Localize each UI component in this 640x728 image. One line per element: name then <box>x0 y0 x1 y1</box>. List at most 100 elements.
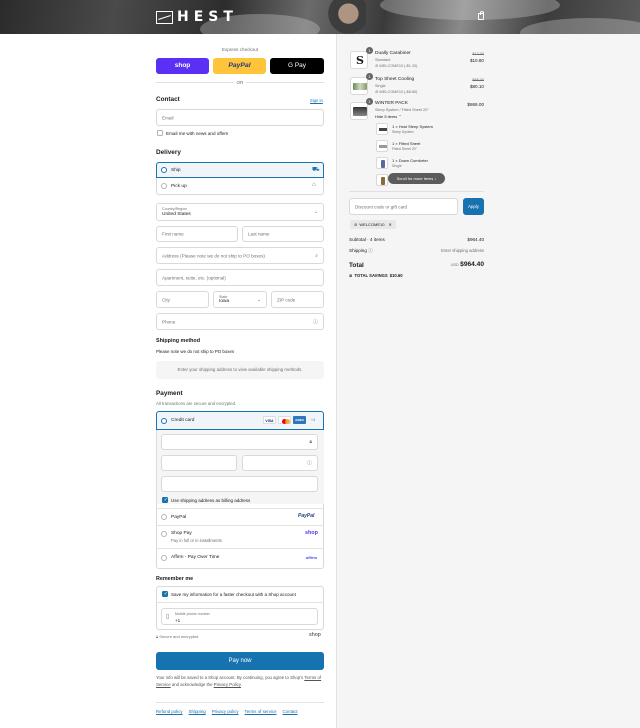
apartment-field[interactable]: Apartment, suite, etc. (optional) <box>156 269 324 286</box>
chevron-down-icon: ⌄ <box>313 209 318 215</box>
chevron-down-icon: ⌄ <box>256 296 261 303</box>
bundle-item-image <box>379 145 387 148</box>
applied-code: WELCOME10 <box>359 222 385 227</box>
discount-code-field[interactable]: Discount code or gift card <box>349 198 458 215</box>
footer-links: Refund policy Shipping Privacy policy Te… <box>156 709 298 714</box>
state-field-label: State <box>219 294 228 299</box>
total-label: Total <box>349 262 364 269</box>
shop-pay-radio[interactable] <box>161 531 167 537</box>
total-value: $964.40 <box>460 261 484 268</box>
save-info-checkbox[interactable] <box>162 591 168 597</box>
item-variant: Sleep System / Fitted Sheet 20" <box>375 107 429 112</box>
express-checkout-title: Express checkout <box>221 47 259 52</box>
news-offers-checkbox[interactable] <box>157 130 163 136</box>
bundle-item-variant: Fitted Sheet 20" <box>392 146 417 151</box>
remove-code-icon[interactable]: ✕ <box>388 220 391 229</box>
shipping-label: Shipping <box>349 248 367 253</box>
hide-items-label: Hide 5 items <box>375 113 398 119</box>
credit-card-radio[interactable] <box>161 417 167 424</box>
contact-link[interactable]: Contact <box>283 709 298 714</box>
pickup-label: Pick up <box>171 183 187 189</box>
item-price: $10.80 <box>469 57 484 63</box>
city-field[interactable]: City <box>156 291 209 308</box>
mobile-phone-label: Mobile phone number <box>175 612 210 616</box>
item-name: WINTER PACK <box>375 101 408 106</box>
country-select[interactable]: Country/Region United States ⌄ <box>156 203 324 221</box>
refund-policy-link[interactable]: Refund policy <box>156 709 183 714</box>
card-number-field[interactable]: 🔒︎ <box>161 434 318 450</box>
pickup-radio[interactable] <box>161 183 167 189</box>
phone-field[interactable]: Phone ⓘ <box>156 313 324 330</box>
chevron-up-icon: ⌃ <box>398 113 402 119</box>
divider <box>156 525 324 526</box>
store-icon: ⌂ <box>312 182 316 188</box>
email-field[interactable]: Email <box>156 109 324 126</box>
paypal-logo: PayPal <box>298 513 315 519</box>
shop-pay-label: shop <box>174 62 191 69</box>
brand-logo[interactable]: HEST <box>156 9 238 25</box>
help-icon[interactable]: ⓘ <box>307 460 312 467</box>
paypal-button[interactable]: PayPal <box>213 58 266 74</box>
apply-button[interactable]: Apply <box>463 198 484 215</box>
item-name: Dually Carabiner <box>375 51 411 56</box>
paypal-label: PayPal <box>228 62 251 69</box>
privacy-policy-link[interactable]: Privacy Policy <box>214 682 241 687</box>
name-on-card-field[interactable] <box>161 476 318 492</box>
shipping-method-heading: Shipping method <box>156 338 201 344</box>
po-box-note: Please note we do not ship to PO boxes <box>156 349 235 354</box>
ship-option[interactable] <box>156 162 324 178</box>
carabiner-image: S <box>356 54 364 67</box>
city-placeholder: City <box>162 297 170 302</box>
bundle-item-variant: Sleep System <box>392 129 414 134</box>
item-variant: Single <box>375 83 386 88</box>
contact-heading: Contact <box>156 96 180 103</box>
shop-pay-button[interactable]: shop <box>156 58 209 74</box>
phone-placeholder: Phone <box>162 319 176 324</box>
sign-in-link[interactable]: Sign in <box>310 98 323 103</box>
banner-person-image <box>322 0 366 34</box>
total-amount: USD $964.40 <box>420 261 484 268</box>
credit-card-label: Credit card <box>171 418 195 423</box>
hide-items-toggle[interactable]: Hide 5 items ⌃ <box>375 114 402 119</box>
expiration-field[interactable] <box>161 455 237 471</box>
address-field[interactable]: Address (Please note we do not ship to P… <box>156 247 324 264</box>
cart-bag-icon[interactable] <box>478 11 484 20</box>
help-icon[interactable]: ⓘ <box>313 318 318 325</box>
last-name-field[interactable]: Last name <box>242 226 324 242</box>
divider <box>156 602 324 603</box>
mobile-phone-value: +1 <box>175 618 181 623</box>
zip-field[interactable]: ZIP code <box>271 291 324 308</box>
bundle-item-name: 1 × Down Comforter <box>392 158 428 163</box>
bundle-item-variant: Single <box>392 163 402 168</box>
billing-same-checkbox[interactable] <box>162 497 168 503</box>
first-name-field[interactable]: First name <box>156 226 238 242</box>
item-discount-text: WELCOME10 (-$1.20) <box>379 64 418 68</box>
mobile-phone-field[interactable]: ▯ Mobile phone number +1 <box>161 608 318 625</box>
banner-wave <box>520 18 640 34</box>
item-variant: Standard <box>375 57 391 62</box>
brand-name: HEST <box>177 9 238 25</box>
applied-discount-tag: ⊘ WELCOME10 ✕ <box>350 220 396 229</box>
logo-mark-icon <box>156 10 173 24</box>
country-value: United States <box>162 212 191 217</box>
terms-of-service-footer-link[interactable]: Terms of service <box>245 709 277 714</box>
state-select[interactable]: State Iowa ⌄ <box>213 291 267 308</box>
item-discount: ⊘ WELCOME10 (-$8.80) <box>375 89 417 94</box>
shipping-value: Enter shipping address <box>441 248 484 253</box>
affirm-option-label: Affirm - Pay Over Time <box>171 555 220 560</box>
help-icon[interactable]: ⓘ <box>368 248 373 253</box>
shipping-link[interactable]: Shipping <box>189 709 206 714</box>
security-code-field[interactable]: ⓘ <box>242 455 318 471</box>
affirm-radio[interactable] <box>161 554 167 561</box>
privacy-policy-footer-link[interactable]: Privacy policy <box>212 709 239 714</box>
paypal-radio[interactable] <box>161 514 167 520</box>
scroll-more-items-pill[interactable]: Scroll for more items ↓ <box>388 173 445 184</box>
ship-radio[interactable] <box>161 167 167 173</box>
apartment-placeholder: Apartment, suite, etc. (optional) <box>162 275 226 280</box>
pay-now-button[interactable]: Pay now <box>156 652 324 670</box>
divider <box>349 191 484 192</box>
more-cards-badge: +4 <box>310 418 316 422</box>
delivery-heading: Delivery <box>156 149 181 156</box>
google-pay-button[interactable]: G Pay <box>270 58 324 74</box>
item-discount-text: WELCOME10 (-$8.80) <box>379 90 418 94</box>
